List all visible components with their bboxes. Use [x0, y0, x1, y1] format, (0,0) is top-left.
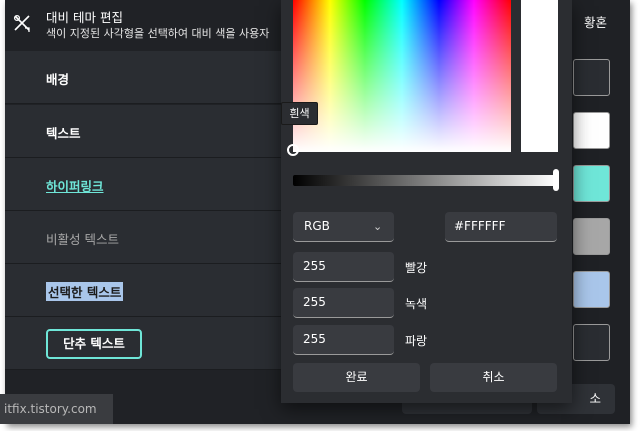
- brightness-slider-thumb[interactable]: [553, 169, 559, 191]
- palette-edit-icon: [13, 14, 30, 32]
- blue-input[interactable]: 255: [293, 325, 394, 355]
- color-tooltip: 흰색: [281, 102, 318, 125]
- swatch-hyperlink[interactable]: [573, 165, 610, 202]
- hex-input[interactable]: #FFFFFF: [445, 212, 557, 242]
- hex-value: #FFFFFF: [454, 219, 506, 233]
- hyperlink-label: 하이퍼링크: [46, 179, 104, 194]
- button-text-sample: 단추 텍스트: [46, 329, 142, 359]
- red-value: 255: [303, 259, 326, 273]
- swatch-disabled-text[interactable]: [573, 218, 610, 255]
- color-preview: [521, 0, 558, 152]
- disabled-text-label: 비활성 텍스트: [46, 232, 119, 247]
- color-mode-select[interactable]: RGB ⌄: [293, 212, 394, 242]
- row-background[interactable]: 배경: [5, 51, 295, 104]
- contrast-theme-editor: 대비 테마 편집 색이 지정된 사각형을 선택하여 대비 색을 사용자 배경 텍…: [5, 0, 630, 424]
- row-hyperlink[interactable]: 하이퍼링크: [5, 158, 295, 211]
- green-input[interactable]: 255: [293, 288, 394, 318]
- watermark: itfix.tistory.com: [0, 394, 113, 424]
- green-value: 255: [303, 295, 326, 309]
- row-button-text[interactable]: 단추 텍스트: [5, 317, 295, 370]
- color-mode-value: RGB: [304, 219, 330, 233]
- page-subtitle: 색이 지정된 사각형을 선택하여 대비 색을 사용자: [46, 27, 270, 40]
- swatch-background[interactable]: [573, 59, 610, 96]
- row-text[interactable]: 텍스트: [5, 105, 295, 158]
- red-input[interactable]: 255: [293, 252, 394, 282]
- page-title: 대비 테마 편집: [46, 10, 123, 25]
- green-label: 녹색: [405, 297, 428, 311]
- background-label: 배경: [46, 72, 70, 87]
- selected-text-label: 선택한 텍스트: [46, 282, 124, 301]
- color-spectrum[interactable]: [293, 0, 511, 152]
- brightness-slider[interactable]: [293, 175, 557, 186]
- red-label: 빨강: [405, 261, 428, 275]
- swatch-text[interactable]: [573, 112, 610, 149]
- blue-value: 255: [303, 332, 326, 346]
- swatch-button-text[interactable]: [573, 324, 610, 361]
- spectrum-handle[interactable]: [287, 144, 299, 156]
- text-label: 텍스트: [46, 126, 81, 141]
- row-disabled-text[interactable]: 비활성 텍스트: [5, 211, 295, 264]
- swatch-selected-text[interactable]: [573, 271, 610, 308]
- row-selected-text[interactable]: 선택한 텍스트: [5, 264, 295, 317]
- chevron-down-icon: ⌄: [373, 220, 383, 233]
- color-picker-popup: RGB ⌄ #FFFFFF 255 빨강 255 녹색 255 파랑 완료 취소: [281, 0, 572, 403]
- blue-label: 파랑: [405, 334, 428, 348]
- done-button[interactable]: 완료: [293, 363, 420, 392]
- cancel-button[interactable]: 취소: [430, 363, 557, 392]
